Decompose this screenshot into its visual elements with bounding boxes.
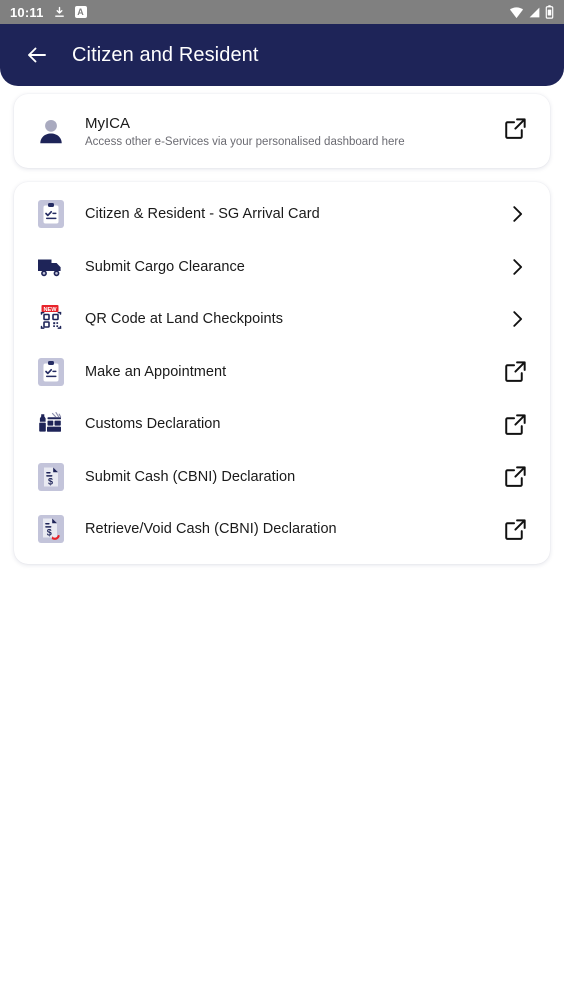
list-item-make-an-appointment[interactable]: Make an Appointment	[14, 346, 550, 399]
myica-subtitle: Access other e-Services via your persona…	[85, 135, 405, 148]
clipboard-check-icon	[38, 200, 64, 229]
cash-document-return-icon: $	[38, 515, 64, 544]
list-item-label: Customs Declaration	[85, 416, 221, 433]
list-item-sg-arrival-card[interactable]: Citizen & Resident - SG Arrival Card	[14, 188, 550, 241]
app-header: Citizen and Resident	[0, 24, 564, 86]
list-item-label: Retrieve/Void Cash (CBNI) Declaration	[85, 521, 337, 538]
battery-icon	[545, 5, 554, 19]
row-icon-wrapper	[36, 252, 66, 282]
services-list-card: Citizen & Resident - SG Arrival Card Sub…	[14, 182, 550, 564]
list-item-customs-declaration[interactable]: Customs Declaration	[14, 398, 550, 451]
row-icon-wrapper	[36, 409, 66, 439]
external-link-icon	[505, 414, 526, 435]
back-button[interactable]	[22, 40, 52, 70]
page-title: Citizen and Resident	[72, 43, 259, 66]
external-link-button[interactable]	[503, 517, 528, 542]
external-link-icon	[505, 118, 526, 139]
external-link-icon	[505, 466, 526, 488]
myica-title: MyICA	[85, 114, 130, 132]
app-badge-a-icon: A	[74, 6, 87, 18]
cellular-signal-icon	[529, 7, 540, 17]
row-icon-wrapper: $	[36, 514, 66, 544]
chevron-right-icon	[513, 258, 523, 275]
chevron-right-icon	[513, 311, 523, 328]
list-item-submit-cargo-clearance[interactable]: Submit Cargo Clearance	[14, 241, 550, 294]
list-item-retrieve-void-cash-cbni-declaration[interactable]: $ Retrieve/Void Cash (CBNI) Declaration	[14, 503, 550, 556]
back-arrow-icon	[28, 47, 46, 63]
new-badge-text: NEW	[43, 307, 57, 313]
download-icon	[54, 6, 64, 17]
list-item-submit-cash-cbni-declaration[interactable]: $ Submit Cash (CBNI) Declaration	[14, 451, 550, 504]
list-item-qr-code-land-checkpoints[interactable]: NEW QR Code at Land Checkpoints	[14, 293, 550, 346]
cargo-truck-icon	[38, 259, 61, 276]
external-link-button[interactable]	[503, 412, 528, 437]
svg-text:$: $	[48, 476, 53, 486]
myica-card[interactable]: MyICA Access other e-Services via your p…	[14, 94, 550, 168]
app-screen: 10:11 A Citizen and Resident MyICA Acces…	[0, 0, 564, 1004]
list-item-label: QR Code at Land Checkpoints	[85, 311, 284, 328]
status-bar-right	[509, 5, 554, 19]
row-icon-wrapper	[36, 199, 66, 229]
row-icon-wrapper: NEW	[36, 304, 66, 334]
list-item-label: Submit Cargo Clearance	[85, 258, 245, 275]
status-bar: 10:11 A	[0, 0, 564, 24]
customs-goods-icon	[39, 412, 62, 433]
chevron-right-icon	[513, 206, 523, 223]
list-item-label: Make an Appointment	[85, 363, 227, 380]
clipboard-check-icon	[38, 357, 64, 386]
external-link-icon	[505, 519, 526, 540]
status-bar-left: 10:11 A	[10, 5, 87, 20]
myica-text-block: MyICA Access other e-Services via your p…	[85, 115, 405, 148]
status-bar-clock: 10:11	[10, 4, 44, 20]
person-avatar-icon	[40, 119, 62, 144]
cash-document-icon: $	[38, 462, 64, 491]
qr-code-icon: NEW	[40, 305, 62, 330]
chevron-right-button[interactable]	[506, 308, 528, 330]
myica-open-button[interactable]	[503, 116, 528, 146]
chevron-right-button[interactable]	[506, 203, 528, 225]
list-item-label: Citizen & Resident - SG Arrival Card	[85, 206, 320, 223]
row-icon-wrapper	[36, 357, 66, 387]
svg-text:$: $	[47, 528, 52, 538]
external-link-button[interactable]	[503, 464, 528, 489]
row-icon-wrapper: $	[36, 462, 66, 492]
wifi-icon	[509, 6, 524, 18]
external-link-icon	[505, 361, 526, 383]
list-item-label: Submit Cash (CBNI) Declaration	[85, 468, 296, 485]
chevron-right-button[interactable]	[506, 256, 528, 278]
external-link-button[interactable]	[503, 359, 528, 384]
